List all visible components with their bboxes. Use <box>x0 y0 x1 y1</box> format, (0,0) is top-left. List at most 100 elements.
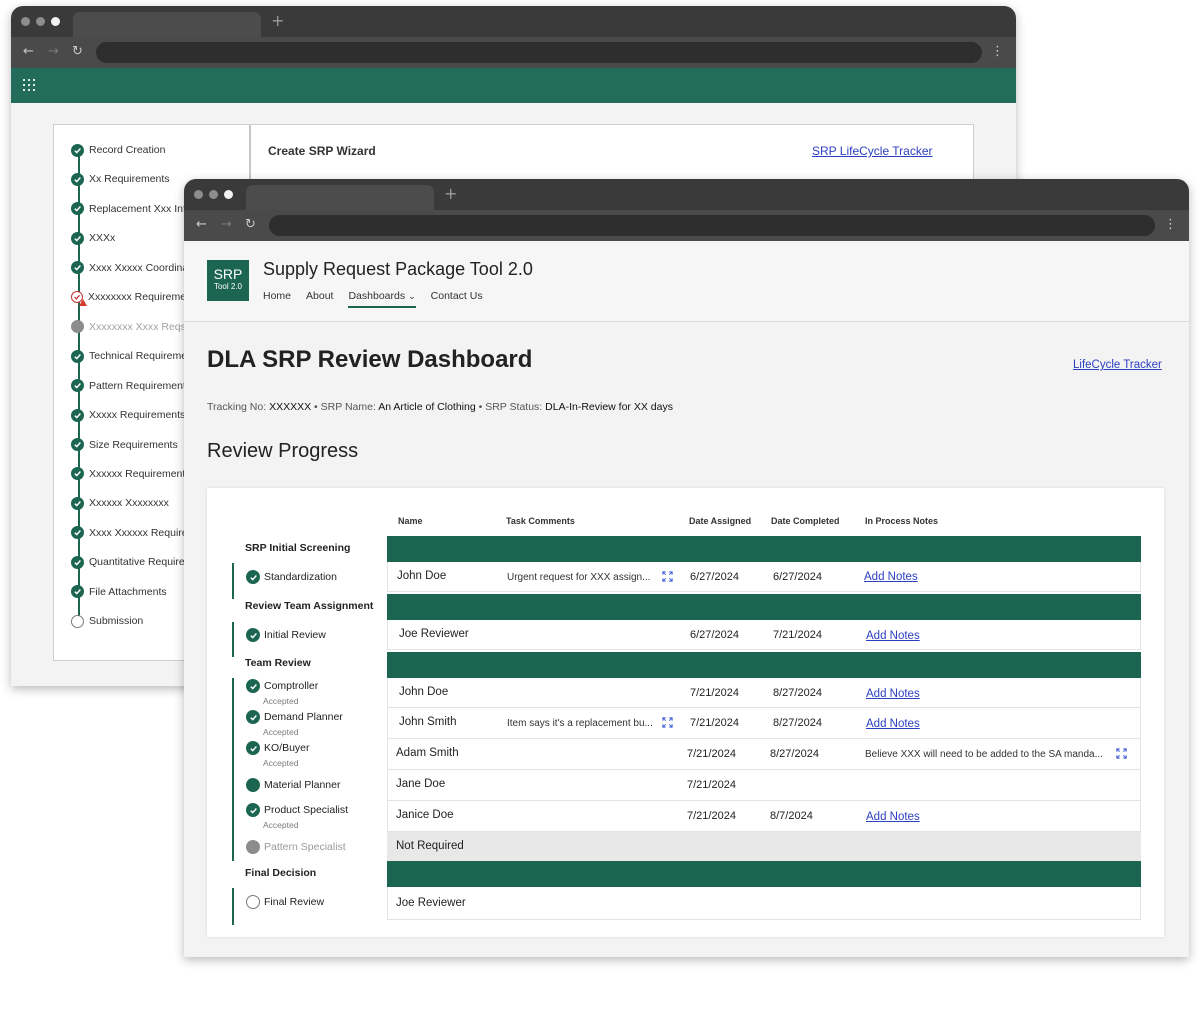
reload-icon[interactable]: ↻ <box>245 217 256 233</box>
step-final-review[interactable]: Final Review <box>246 895 324 909</box>
wizard-step[interactable]: Record Creation <box>71 141 165 159</box>
check-circle-icon <box>71 172 84 186</box>
table-row-demand-planner[interactable]: John Smith Item says it's a replacement … <box>387 708 1141 739</box>
expand-icon[interactable] <box>662 717 673 728</box>
table-row-comptroller[interactable]: John Doe 7/21/2024 8/27/2024 Add Notes <box>387 678 1141 708</box>
tracking-label: Tracking No: <box>207 401 267 413</box>
step-status-accepted: Accepted <box>263 727 299 737</box>
maximize-window-dot[interactable] <box>224 190 233 199</box>
browser-tab[interactable] <box>246 185 434 210</box>
check-circle-icon <box>71 261 84 275</box>
srp-lifecycle-tracker-link[interactable]: SRP LifeCycle Tracker <box>812 144 933 158</box>
close-window-dot[interactable] <box>21 17 30 26</box>
forward-arrow-icon[interactable]: → <box>48 44 59 60</box>
add-notes-link[interactable]: Add Notes <box>864 571 918 583</box>
new-tab-icon[interactable]: + <box>271 11 284 31</box>
table-row-ko-buyer[interactable]: Adam Smith 7/21/2024 8/27/2024 Believe X… <box>387 739 1141 770</box>
wizard-step-label: Submission <box>89 615 144 628</box>
step-ko-buyer[interactable]: KO/Buyer <box>246 741 310 755</box>
table-row-final-review[interactable]: Joe Reviewer <box>387 887 1141 920</box>
step-initial-review[interactable]: Initial Review <box>246 628 326 642</box>
step-product-specialist[interactable]: Product Specialist <box>246 803 348 817</box>
address-bar[interactable] <box>96 42 982 63</box>
nav-dashboards[interactable]: Dashboards ⌄ <box>348 289 416 308</box>
site-title: Supply Request Package Tool 2.0 <box>263 259 533 279</box>
check-circle-icon <box>71 202 84 216</box>
add-notes-link[interactable]: Add Notes <box>866 630 920 642</box>
reload-icon[interactable]: ↻ <box>72 44 83 60</box>
wizard-step[interactable]: Xxxxxx Xxxxxxxx <box>71 494 169 512</box>
step-status-accepted: Accepted <box>263 696 299 706</box>
minimize-window-dot[interactable] <box>36 17 45 26</box>
step-standardization[interactable]: Standardization <box>246 570 337 584</box>
nav-contact[interactable]: Contact Us <box>431 289 483 308</box>
date-assigned: 7/21/2024 <box>687 810 736 822</box>
table-row-product-specialist[interactable]: Janice Doe 7/21/2024 8/7/2024 Add Notes <box>387 801 1141 832</box>
table-row-initial-review[interactable]: Joe Reviewer 6/27/2024 7/21/2024 Add Not… <box>387 620 1141 650</box>
expand-icon[interactable] <box>662 571 673 582</box>
in-process-note: Believe XXX will need to be added to the… <box>865 749 1103 760</box>
wizard-step[interactable]: Xxxxxx Requirements <box>71 465 191 483</box>
nav-about[interactable]: About <box>306 289 333 308</box>
expand-icon[interactable] <box>1116 748 1127 759</box>
disabled-circle-icon <box>246 840 260 854</box>
step-pattern-specialist[interactable]: Pattern Specialist <box>246 840 346 854</box>
table-row-pattern-specialist[interactable]: Not Required <box>387 832 1141 861</box>
new-tab-icon[interactable]: + <box>444 184 457 204</box>
wizard-step-label: Replacement Xxx Info <box>89 202 192 215</box>
wizard-step[interactable]: Xxxxx Requirements <box>71 406 185 424</box>
wizard-title: Create SRP Wizard <box>268 144 376 158</box>
wizard-step[interactable]: Size Requirements <box>71 436 178 454</box>
group-team-review: Team Review <box>245 657 311 669</box>
lifecycle-tracker-link[interactable]: LifeCycle Tracker <box>1073 359 1162 371</box>
group-bar <box>232 563 234 599</box>
browser-tab[interactable] <box>73 12 261 37</box>
browser-menu-icon[interactable]: ⋮ <box>991 43 1004 61</box>
reviewer-name: Janice Doe <box>396 809 454 821</box>
back-arrow-icon[interactable]: ← <box>23 44 34 60</box>
app-launcher-grid-icon[interactable] <box>23 79 35 91</box>
error-check-icon <box>71 291 87 307</box>
maximize-window-dot[interactable] <box>51 17 60 26</box>
dashboard-page: DLA SRP Review Dashboard LifeCycle Track… <box>184 322 1189 957</box>
wizard-step[interactable]: Technical Requirements <box>71 347 201 365</box>
wizard-step-label: Xxxxxx Xxxxxxxx <box>89 497 169 510</box>
add-notes-link[interactable]: Add Notes <box>866 811 920 823</box>
wizard-step[interactable]: Replacement Xxx Info <box>71 200 192 218</box>
add-notes-link[interactable]: Add Notes <box>866 718 920 730</box>
browser-toolbar: ← → ↻ ⋮ <box>11 37 1016 68</box>
window-controls <box>194 190 233 199</box>
step-status-accepted: Accepted <box>263 820 299 830</box>
wizard-step[interactable]: File Attachments <box>71 583 167 601</box>
back-arrow-icon[interactable]: ← <box>196 217 207 233</box>
wizard-step-label: Xxxxxx Requirements <box>89 467 191 480</box>
meta-separator: • <box>478 401 483 413</box>
close-window-dot[interactable] <box>194 190 203 199</box>
logo-text: SRP <box>213 266 243 282</box>
browser-menu-icon[interactable]: ⋮ <box>1164 216 1177 234</box>
chevron-down-icon: ⌄ <box>408 292 416 302</box>
wizard-step[interactable]: Xx Requirements <box>71 170 170 188</box>
table-row-material-planner[interactable]: Jane Doe 7/21/2024 <box>387 770 1141 801</box>
step-comptroller[interactable]: Comptroller <box>246 679 318 693</box>
table-row-standardization[interactable]: John Doe Urgent request for XXX assign..… <box>387 562 1141 592</box>
step-material-planner[interactable]: Material Planner <box>246 778 340 792</box>
srp-logo[interactable]: SRP Tool 2.0 <box>207 260 249 301</box>
wizard-step[interactable]: Xxxxxxxx Xxxx Reqs <box>71 318 186 336</box>
minimize-window-dot[interactable] <box>209 190 218 199</box>
forward-arrow-icon[interactable]: → <box>221 217 232 233</box>
nav-home[interactable]: Home <box>263 289 291 308</box>
add-notes-link[interactable]: Add Notes <box>866 688 920 700</box>
wizard-step[interactable]: Submission <box>71 612 143 630</box>
srp-name-label: SRP Name: <box>320 401 376 413</box>
wizard-step[interactable]: Pattern Requirements <box>71 377 191 395</box>
wizard-step[interactable]: Xxxxxxxx Requirements <box>71 288 200 307</box>
empty-circle-icon <box>246 895 260 909</box>
wizard-step[interactable]: XXXx <box>71 229 115 247</box>
wizard-step-label: Pattern Requirements <box>89 379 192 392</box>
check-circle-icon <box>71 526 84 540</box>
step-demand-planner[interactable]: Demand Planner <box>246 710 343 724</box>
address-bar[interactable] <box>269 215 1155 236</box>
group-final-decision: Final Decision <box>245 867 317 879</box>
date-assigned: 7/21/2024 <box>690 717 739 729</box>
